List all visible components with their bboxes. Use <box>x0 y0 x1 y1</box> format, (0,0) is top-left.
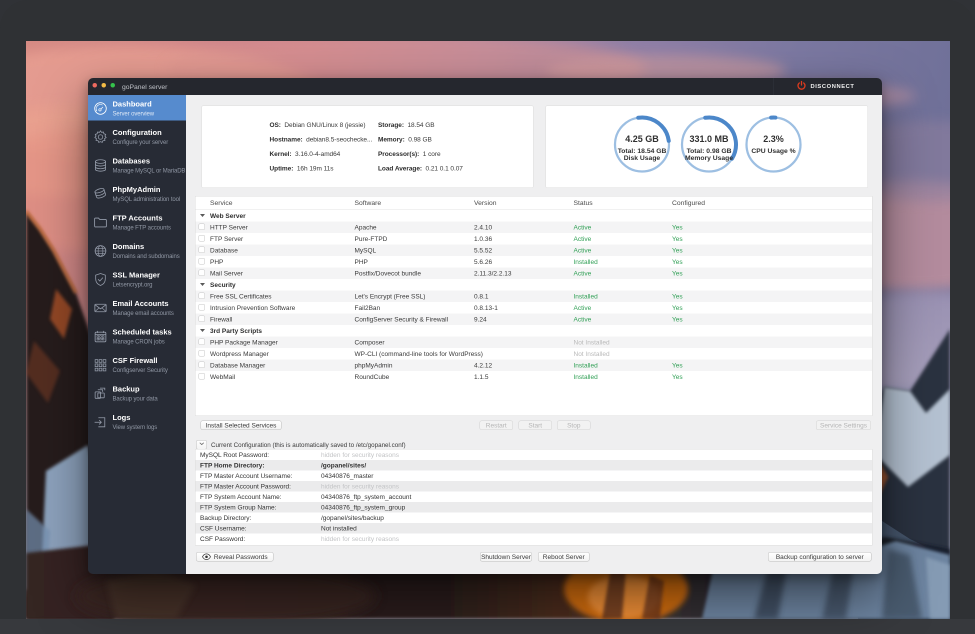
svg-text:2.3%: 2.3% <box>763 134 784 144</box>
svg-text:4.25 GB: 4.25 GB <box>625 134 659 144</box>
svg-text:CPU Usage %: CPU Usage % <box>751 148 795 155</box>
svg-text:Total: 18.54 GB: Total: 18.54 GB <box>618 148 667 155</box>
svg-text:331.0 MB: 331.0 MB <box>689 134 729 144</box>
svg-text:Memory Usage: Memory Usage <box>685 155 733 162</box>
svg-text:Disk Usage: Disk Usage <box>624 155 661 162</box>
svg-text:Total: 0.98 GB: Total: 0.98 GB <box>687 148 732 155</box>
